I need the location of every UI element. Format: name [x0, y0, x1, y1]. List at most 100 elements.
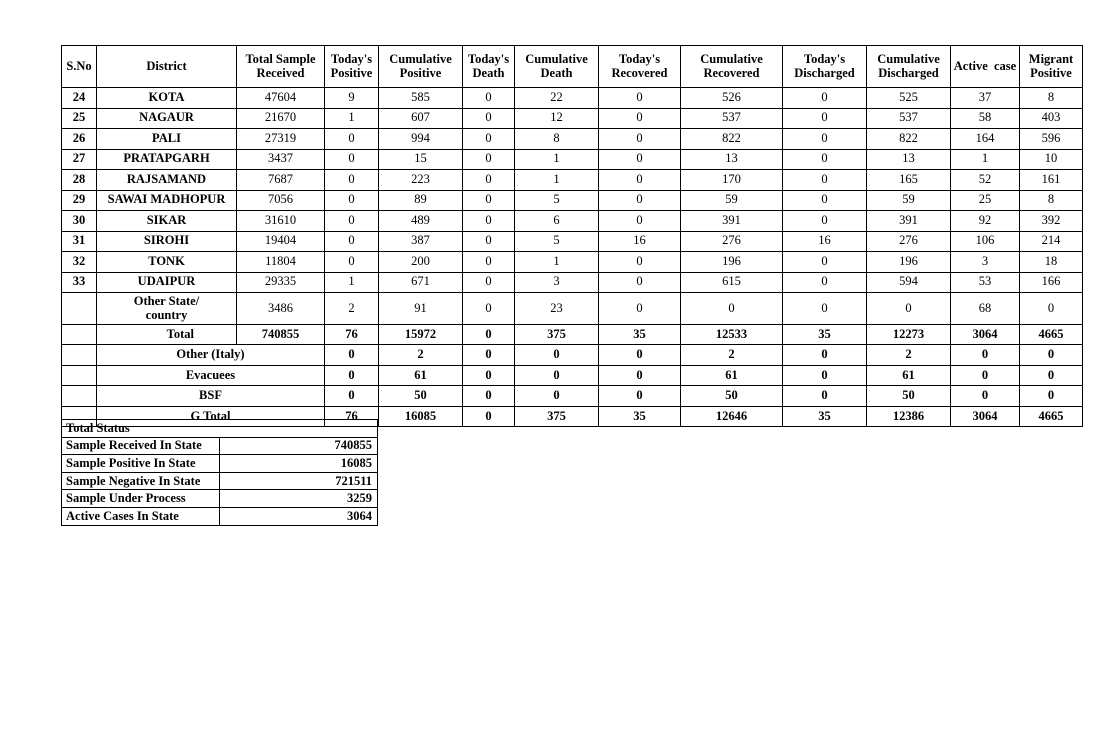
cell-today-discharged: 0	[782, 107, 867, 129]
table-header-row: S.No District Total Sample Received Today…	[61, 45, 1083, 88]
district-statistics-table: S.No District Total Sample Received Today…	[61, 45, 1083, 428]
total-cell-today-death: 0	[462, 323, 515, 346]
cell-migrant: 161	[1019, 169, 1083, 191]
cell-cum-discharged: 525	[866, 87, 951, 109]
cell-total-sample: 47604	[236, 87, 325, 109]
cell-cum-recovered: 822	[680, 128, 783, 150]
cell-cum-recovered: 196	[680, 251, 783, 273]
cell-today-positive: 0	[324, 251, 379, 273]
cell-cum-positive: 489	[378, 210, 463, 232]
status-value: 740855	[219, 436, 378, 456]
col-header-todays-recovered: Today's Recovered	[598, 45, 681, 88]
col-header-cumulative-death: Cumulative Death	[514, 45, 599, 88]
sub-cell-cum-death: 0	[514, 385, 599, 407]
district-label-line2: country	[145, 308, 188, 323]
sub-cell-active: 0	[950, 385, 1020, 407]
cell-migrant: 10	[1019, 148, 1083, 170]
cell-today-recovered: 0	[598, 271, 681, 293]
cell-sno: 33	[61, 271, 97, 293]
sub-cell-today-discharged: 35	[782, 405, 867, 428]
cell-today-positive: 0	[324, 148, 379, 170]
total-row-label: Total	[96, 323, 237, 346]
cell-today-recovered: 16	[598, 230, 681, 252]
cell-cum-positive: 200	[378, 251, 463, 273]
cell-today-recovered: 0	[598, 87, 681, 109]
status-value: 721511	[219, 471, 378, 491]
cell-migrant: 214	[1019, 230, 1083, 252]
cell-district: TONK	[96, 251, 237, 273]
cell-cum-discharged: 165	[866, 169, 951, 191]
cell-cum-recovered: 59	[680, 189, 783, 211]
cell-today-discharged: 0	[782, 148, 867, 170]
cell-cum-positive: 91	[378, 292, 463, 325]
col-header-total-sample-received: Total Sample Received	[236, 45, 325, 88]
cell-today-recovered: 0	[598, 148, 681, 170]
cell-cum-death: 1	[514, 251, 599, 273]
cell-migrant: 166	[1019, 271, 1083, 293]
table-row: 27 PRATAPGARH 3437 0 15 0 1 0 13 0 13 1 10	[61, 148, 1083, 170]
cell-cum-positive: 585	[378, 87, 463, 109]
cell-migrant: 8	[1019, 189, 1083, 211]
cell-cum-death: 5	[514, 230, 599, 252]
table-row-bsf: BSF 0 50 0 0 0 50 0 50 0 0	[61, 385, 1083, 407]
status-label: Sample Under Process	[61, 489, 220, 508]
cell-district: Other State/country	[96, 292, 237, 325]
status-row: Sample Under Process 3259	[61, 489, 378, 508]
cell-today-death: 0	[462, 189, 515, 211]
status-value: 3064	[219, 506, 378, 526]
sub-cell-cum-recovered: 2	[680, 344, 783, 366]
cell-cum-recovered: 13	[680, 148, 783, 170]
total-cell-active: 3064	[950, 323, 1020, 346]
cell-cum-positive: 607	[378, 107, 463, 129]
table-row: 32 TONK 11804 0 200 0 1 0 196 0 196 3 18	[61, 251, 1083, 273]
cell-active: 52	[950, 169, 1020, 191]
cell-today-positive: 1	[324, 271, 379, 293]
status-table-title: Total Status	[61, 419, 378, 438]
cell-today-discharged: 0	[782, 292, 867, 325]
cell-sno: 26	[61, 128, 97, 150]
sub-cell-today-death: 0	[462, 364, 515, 387]
cell-total-sample: 29335	[236, 271, 325, 293]
cell-today-discharged: 0	[782, 210, 867, 232]
district-label-line1: Other State/	[133, 294, 200, 308]
cell-active: 25	[950, 189, 1020, 211]
table-row-evacuees: Evacuees 0 61 0 0 0 61 0 61 0 0	[61, 364, 1083, 387]
cell-today-death: 0	[462, 148, 515, 170]
cell-cum-discharged: 59	[866, 189, 951, 211]
status-value: 16085	[219, 454, 378, 473]
sub-cell-cum-positive: 2	[378, 344, 463, 366]
cell-district: RAJSAMAND	[96, 169, 237, 191]
sub-cell-today-recovered: 0	[598, 364, 681, 387]
table-row: Other State/country 3486 2 91 0 23 0 0 0 0 68 0	[61, 292, 1083, 325]
cell-active: 3	[950, 251, 1020, 273]
status-label: Active Cases In State	[61, 506, 220, 526]
cell-today-death: 0	[462, 251, 515, 273]
cell-cum-discharged: 13	[866, 148, 951, 170]
cell-today-discharged: 16	[782, 230, 867, 252]
sub-cell-cum-death: 375	[514, 405, 599, 428]
cell-sno: 28	[61, 169, 97, 191]
cell-today-positive: 0	[324, 128, 379, 150]
cell-today-death: 0	[462, 271, 515, 293]
sub-cell-migrant: 0	[1019, 385, 1083, 407]
cell-sno: 31	[61, 230, 97, 252]
cell-cum-positive: 994	[378, 128, 463, 150]
cell-today-discharged: 0	[782, 169, 867, 191]
col-header-active-case: Active case	[950, 45, 1020, 88]
sub-cell-active: 0	[950, 364, 1020, 387]
status-label: Sample Received In State	[61, 436, 220, 456]
sub-cell-today-recovered: 0	[598, 385, 681, 407]
total-cell-cum-recovered: 12533	[680, 323, 783, 346]
sub-cell-cum-recovered: 50	[680, 385, 783, 407]
sub-row-label: Other (Italy)	[96, 344, 325, 366]
cell-today-positive: 0	[324, 210, 379, 232]
cell-today-recovered: 0	[598, 251, 681, 273]
col-header-migrant-positive: Migrant Positive	[1019, 45, 1083, 88]
sub-cell-migrant: 0	[1019, 364, 1083, 387]
cell-total-sample: 21670	[236, 107, 325, 129]
cell-active: 37	[950, 87, 1020, 109]
sub-cell-migrant: 0	[1019, 344, 1083, 366]
cell-total-sample: 19404	[236, 230, 325, 252]
cell-total-sample: 31610	[236, 210, 325, 232]
sub-cell-cum-death: 0	[514, 364, 599, 387]
